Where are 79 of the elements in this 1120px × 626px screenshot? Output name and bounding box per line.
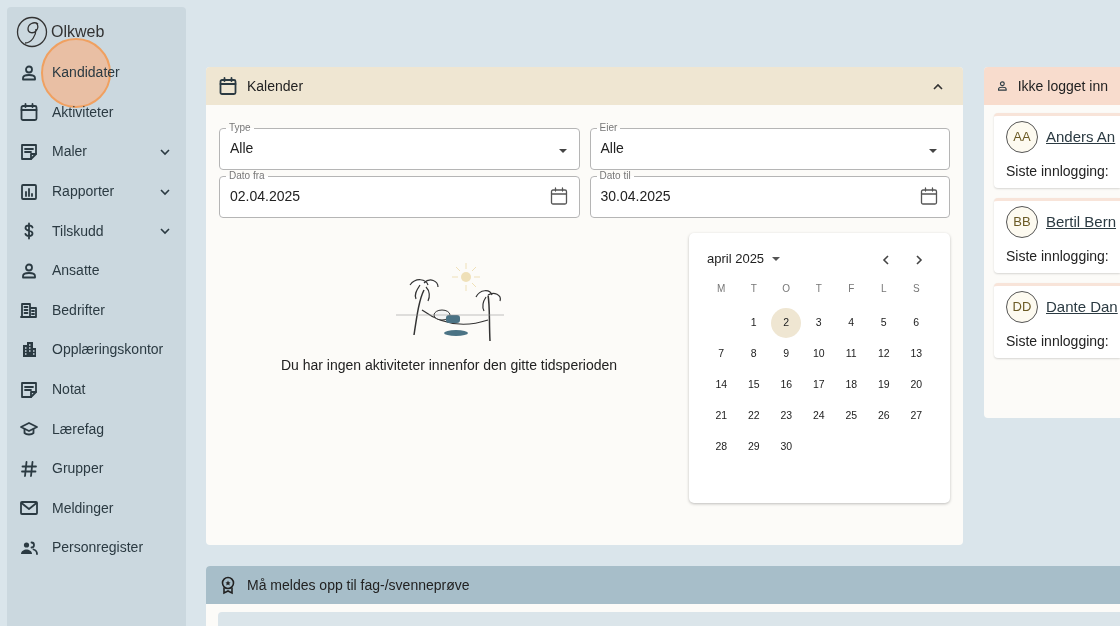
sidebar-item[interactable]: Ansatte <box>16 250 186 291</box>
sidebar-item[interactable]: Rapporter <box>16 171 186 212</box>
calendar-day[interactable]: 4 <box>836 307 867 338</box>
calendar-day[interactable]: 11 <box>836 338 867 369</box>
calendar-day[interactable]: 20 <box>901 369 932 400</box>
date-field[interactable]: Dato fra 02.04.2025 <box>219 171 580 218</box>
sidebar-item[interactable]: Personregister <box>16 528 186 568</box>
calendar-day[interactable]: 18 <box>836 369 867 400</box>
calendar-day[interactable]: 5 <box>868 307 899 338</box>
calendar-icon <box>19 102 39 123</box>
sidebar-item[interactable]: Notat <box>16 369 186 410</box>
weekday-label: O <box>782 283 791 294</box>
weekday-label: T <box>815 283 822 294</box>
weekday-label: F <box>848 283 855 294</box>
app-name: Olkweb <box>51 22 105 42</box>
sidebar-item[interactable]: Grupper <box>16 448 186 489</box>
calendar-day[interactable]: 2 <box>771 307 802 338</box>
weekday-label: T <box>750 283 757 294</box>
building-icon <box>19 300 39 321</box>
calendar-day[interactable]: 29 <box>738 431 769 462</box>
user-avatar: BB <box>1006 206 1038 238</box>
calendar-day[interactable]: 15 <box>738 369 769 400</box>
note-icon <box>19 379 39 400</box>
sidebar-item[interactable]: Tilskudd <box>16 211 186 251</box>
sidebar-item[interactable]: Maler <box>16 132 186 172</box>
calendar-icon <box>919 186 939 206</box>
dropdown-field[interactable]: Eier Alle <box>589 123 950 170</box>
calendar-day[interactable]: 1 <box>738 307 769 338</box>
sidebar-item[interactable]: Bedrifter <box>16 290 186 331</box>
calendar-day[interactable]: 30 <box>771 431 802 462</box>
calendar-day[interactable]: 12 <box>868 338 899 369</box>
calendar-day[interactable]: 25 <box>836 400 867 431</box>
calendar-day[interactable]: 26 <box>868 400 899 431</box>
calendar-day[interactable]: 13 <box>901 338 932 369</box>
sidebar-item[interactable]: Lærefag <box>16 409 186 449</box>
panel-title: Må meldes opp til fag-/svenneprøve <box>247 575 470 595</box>
calendar-day[interactable]: 21 <box>706 400 737 431</box>
calendar-day[interactable]: 9 <box>771 338 802 369</box>
hash-icon <box>19 458 39 479</box>
calendar-day[interactable]: 28 <box>706 431 737 462</box>
sidebar-item[interactable]: Meldinger <box>16 488 186 529</box>
date-field[interactable]: Dato til 30.04.2025 <box>589 171 950 218</box>
user-avatar: AA <box>1006 121 1038 153</box>
calendar-day[interactable]: 16 <box>771 369 802 400</box>
last-login-label: Siste innlogging: <box>1006 162 1110 181</box>
user-name-link[interactable]: Bertil Bern <box>1046 210 1117 234</box>
user-name-link[interactable]: Anders An <box>1046 125 1116 149</box>
user-name-link[interactable]: Dante Dan <box>1046 295 1118 319</box>
calendar-day[interactable]: 10 <box>803 338 834 369</box>
panel-title: Ikke logget inn <box>1017 76 1108 96</box>
calendar-day[interactable]: 23 <box>771 400 802 431</box>
calendar-day[interactable]: 24 <box>803 400 834 431</box>
logo-icon <box>16 16 48 48</box>
panel-title: Kalender <box>247 76 305 96</box>
calendar-day[interactable]: 6 <box>901 307 932 338</box>
calendar-day[interactable]: 14 <box>706 369 737 400</box>
last-login-label: Siste innlogging: <box>1006 247 1110 266</box>
weekday-label: S <box>912 283 920 294</box>
weekday-label: L <box>880 283 887 294</box>
dropdown-field[interactable]: Type Alle <box>219 123 580 170</box>
calendar-day[interactable]: 7 <box>706 338 737 369</box>
calendar-day[interactable]: 17 <box>803 369 834 400</box>
note-icon <box>19 142 39 162</box>
calendar-day[interactable]: 8 <box>738 338 769 369</box>
calendar-icon <box>548 186 569 206</box>
sidebar-item[interactable]: Aktiviteter <box>16 92 186 133</box>
sidebar-item[interactable]: Kandidater <box>16 53 186 93</box>
weekday-label: M <box>717 283 726 294</box>
calendar-day[interactable]: 27 <box>901 400 932 431</box>
sidebar-item[interactable]: Opplæringskontor <box>16 330 186 370</box>
chart-icon <box>19 181 39 202</box>
calendar-day[interactable]: 22 <box>738 400 769 431</box>
calendar-icon <box>218 76 238 96</box>
user-avatar: DD <box>1006 291 1038 323</box>
calendar-day[interactable]: 3 <box>803 307 834 338</box>
empty-state-message: Du har ingen aktiviteter innenfor den gitte tidsperioden <box>280 356 618 375</box>
month-selector[interactable]: april 2025 <box>707 249 783 269</box>
last-login-label: Siste innlogging: <box>1006 332 1110 351</box>
calendar-day[interactable]: 19 <box>868 369 899 400</box>
